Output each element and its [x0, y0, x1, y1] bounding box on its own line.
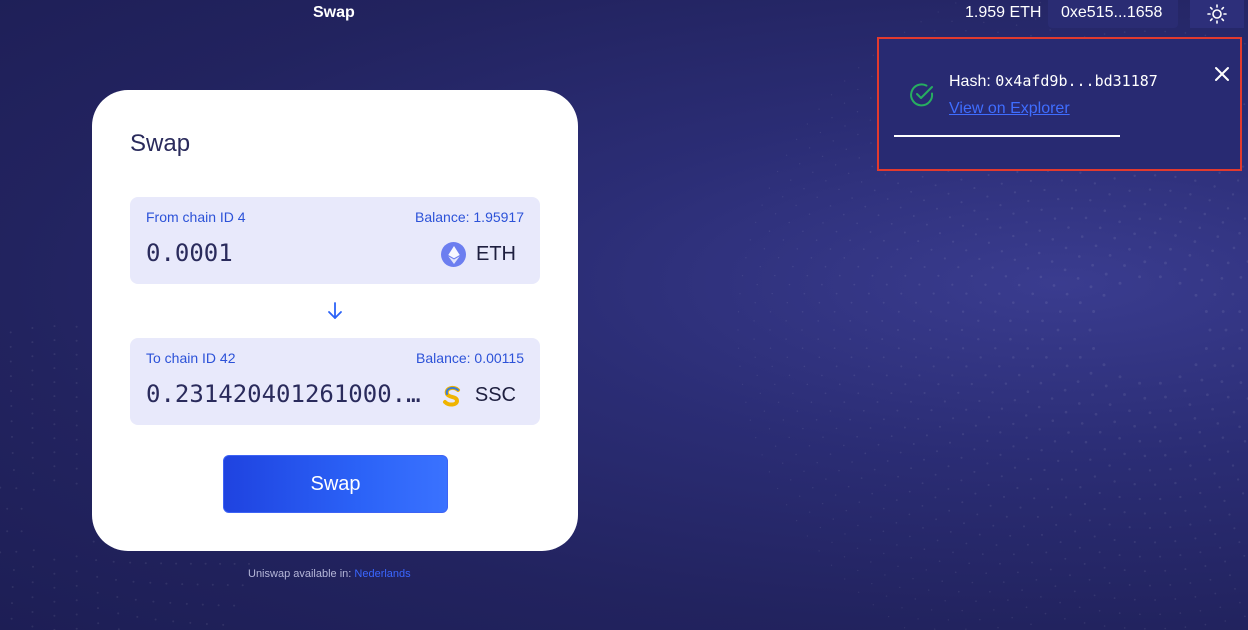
to-balance: Balance: 0.00115 [416, 350, 524, 366]
from-token-selector[interactable]: ETH [441, 242, 516, 267]
to-panel: To chain ID 42 Balance: 0.00115 0.231420… [130, 338, 540, 425]
to-token-symbol: SSC [474, 384, 516, 406]
account-address-button[interactable]: 0xe515...1658 [1048, 0, 1178, 28]
to-amount-input[interactable]: 0.231420401261000... [146, 380, 426, 408]
view-on-explorer-link[interactable]: View on Explorer [949, 100, 1070, 118]
theme-toggle-button[interactable] [1190, 0, 1244, 28]
from-chain-label: From chain ID 4 [146, 209, 246, 225]
eth-balance: 1.959 ETH [965, 4, 1042, 21]
from-balance: Balance: 1.95917 [415, 209, 524, 225]
sun-icon [1207, 4, 1227, 24]
transaction-notification: Hash: 0x4afd9b...bd31187 View on Explore… [877, 37, 1242, 171]
ethereum-icon [441, 242, 466, 267]
arrow-down-icon [324, 300, 346, 322]
swap-card: Swap From chain ID 4 Balance: 1.95917 0.… [92, 90, 578, 551]
to-chain-label: To chain ID 42 [146, 350, 236, 366]
notification-progress-bar [894, 135, 1121, 137]
hash-label: Hash: [949, 73, 996, 90]
swap-button[interactable]: Swap [223, 455, 448, 513]
from-token-symbol: ETH [476, 243, 516, 265]
language-link[interactable]: Nederlands [354, 568, 410, 580]
to-token-selector[interactable]: SSC [440, 383, 516, 408]
nav-swap-link[interactable]: Swap [313, 4, 355, 22]
card-title: Swap [130, 130, 191, 157]
close-icon[interactable] [1213, 65, 1231, 83]
check-circle-icon [910, 83, 934, 107]
from-amount-input[interactable]: 0.0001 [146, 239, 426, 267]
from-panel: From chain ID 4 Balance: 1.95917 0.0001 … [130, 197, 540, 284]
ssc-token-icon [440, 383, 465, 408]
top-bar: Swap 1.959 ETH 0xe515...1658 [0, 0, 1248, 28]
hash-value: 0x4afd9b...bd31187 [995, 72, 1158, 90]
footer-text: Uniswap available in: [248, 568, 355, 580]
footer-language: Uniswap available in: Nederlands [248, 568, 411, 580]
transaction-hash: Hash: 0x4afd9b...bd31187 [949, 72, 1158, 91]
